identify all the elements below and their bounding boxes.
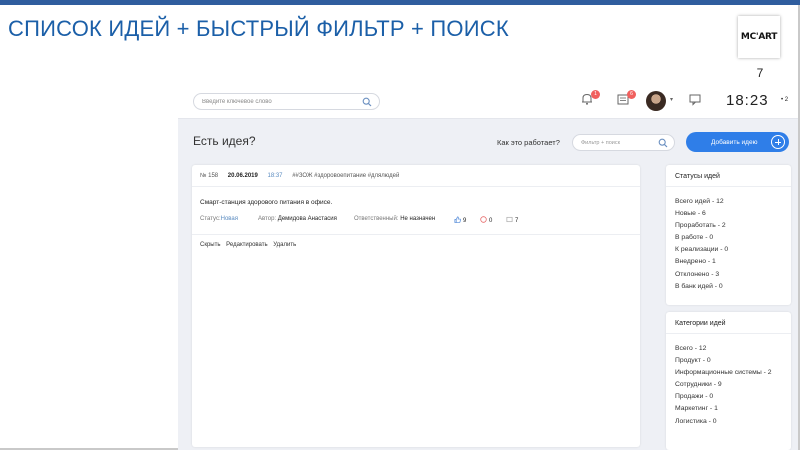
idea-card: № 158 20.06.2019 18:37 ##ЗОЖ #здоровоепи…	[192, 165, 640, 447]
category-filter-item[interactable]: Логистика - 0	[675, 418, 772, 430]
comment-icon[interactable]	[506, 216, 513, 223]
author-label: Автор:	[258, 216, 277, 222]
categories-list: Всего - 12 Продукт - 0 Информационные си…	[675, 345, 772, 430]
comments-count: 7	[515, 218, 519, 224]
category-filter-item[interactable]: Информационные системы - 2	[675, 369, 772, 381]
status-filter-item[interactable]: К реализации - 0	[675, 246, 728, 258]
add-idea-label: Добавить идею	[711, 138, 758, 146]
app-screenshot: 1 6 ▾ 18:23 • 2 Есть идея? Как это работ…	[178, 83, 798, 450]
divider	[192, 186, 640, 187]
category-filter-item[interactable]: Продукт - 0	[675, 357, 772, 369]
likes-count: 9	[463, 218, 467, 224]
delete-button[interactable]: Удалить	[273, 242, 296, 248]
divider	[192, 234, 640, 235]
plus-icon	[771, 135, 785, 149]
responsible-value: Не назначен	[400, 216, 436, 222]
clock-extra-value: 2	[784, 97, 789, 103]
category-filter-item[interactable]: Всего - 12	[675, 345, 772, 357]
category-filter-item[interactable]: Продажи - 0	[675, 393, 772, 405]
dislikes-count: 0	[489, 218, 493, 224]
thumbs-down-icon[interactable]	[480, 216, 487, 223]
slide-number: 7	[756, 66, 764, 80]
status-filter-item[interactable]: Всего идей - 12	[675, 198, 728, 210]
responsible-label: Ответственный:	[354, 216, 399, 222]
idea-title[interactable]: Смарт-станция здорового питания в офисе.	[200, 199, 332, 206]
slide-title: СПИСОК ИДЕЙ + БЫСТРЫЙ ФИЛЬТР + ПОИСК	[8, 16, 509, 41]
app-header: 1 6 ▾ 18:23 • 2	[178, 83, 798, 119]
category-filter-item[interactable]: Маркетинг - 1	[675, 405, 772, 417]
like-counter[interactable]: 9	[454, 216, 466, 224]
idea-number: № 158	[200, 173, 219, 179]
statuses-list: Всего идей - 12 Новые - 6 Проработать - …	[675, 198, 728, 295]
status-filter-item[interactable]: Проработать - 2	[675, 222, 728, 234]
hide-button[interactable]: Скрыть	[200, 242, 220, 248]
status-filter-item[interactable]: В банк идей - 0	[675, 283, 728, 295]
status-filter-item[interactable]: Внедрено - 1	[675, 258, 728, 270]
idea-tags[interactable]: ##ЗОЖ #здоровоепитание #длялюдей	[292, 173, 399, 179]
status-filter-item[interactable]: В работе - 0	[675, 234, 728, 246]
idea-date: 20.06.2019	[227, 173, 258, 179]
edit-button[interactable]: Редактировать	[226, 242, 267, 248]
idea-meta: № 158 20.06.2019 18:37 ##ЗОЖ #здоровоепи…	[200, 173, 407, 179]
status-filter-item[interactable]: Новые - 6	[675, 210, 728, 222]
idea-details: Статус:Новая Автор: Демидова Анастасия О…	[200, 216, 640, 226]
status-value: Новая	[220, 216, 239, 222]
search-input[interactable]	[202, 95, 352, 109]
dislike-counter[interactable]: 0	[480, 216, 492, 224]
statuses-panel: Статусы идей Всего идей - 12 Новые - 6 П…	[666, 165, 791, 305]
categories-title: Категории идей	[675, 320, 726, 327]
avatar[interactable]	[646, 91, 666, 111]
add-idea-button[interactable]: Добавить идею	[686, 132, 789, 152]
filter-box[interactable]	[572, 134, 675, 151]
divider	[666, 186, 791, 187]
thumbs-up-icon[interactable]	[454, 216, 461, 223]
status-label: Статус:	[200, 216, 221, 222]
search-icon[interactable]	[658, 138, 668, 148]
chat-icon[interactable]	[688, 92, 702, 106]
chevron-down-icon[interactable]: ▾	[670, 96, 673, 103]
idea-actions: Скрыть Редактировать Удалить	[200, 242, 300, 248]
idea-responsible: Ответственный: Не назначен	[354, 216, 435, 222]
search-icon[interactable]	[362, 97, 372, 107]
idea-status: Статус:Новая	[200, 216, 238, 222]
idea-time: 18:37	[267, 173, 283, 179]
search-box[interactable]	[193, 93, 380, 110]
company-logo: MC'ART	[738, 16, 780, 58]
logo-text: MC'ART	[740, 32, 778, 42]
author-value: Демидова Анастасия	[277, 216, 337, 222]
statuses-title: Статусы идей	[675, 173, 720, 180]
page-title: Есть идея?	[193, 134, 256, 148]
clock-time: 18:23	[726, 92, 769, 109]
divider	[666, 333, 791, 334]
filter-input[interactable]	[581, 136, 656, 150]
comment-counter[interactable]: 7	[506, 216, 518, 224]
category-filter-item[interactable]: Сотрудники - 9	[675, 381, 772, 393]
slide-top-bar	[0, 0, 800, 5]
idea-author: Автор: Демидова Анастасия	[258, 216, 337, 222]
status-filter-item[interactable]: Отклонено - 3	[675, 271, 728, 283]
tasks-badge: 6	[627, 90, 636, 99]
categories-panel: Категории идей Всего - 12 Продукт - 0 Ин…	[666, 312, 791, 450]
notifications-badge: 1	[591, 90, 600, 99]
how-it-works-link[interactable]: Как это работает?	[497, 138, 560, 147]
clock-extra: • 2	[781, 97, 789, 103]
